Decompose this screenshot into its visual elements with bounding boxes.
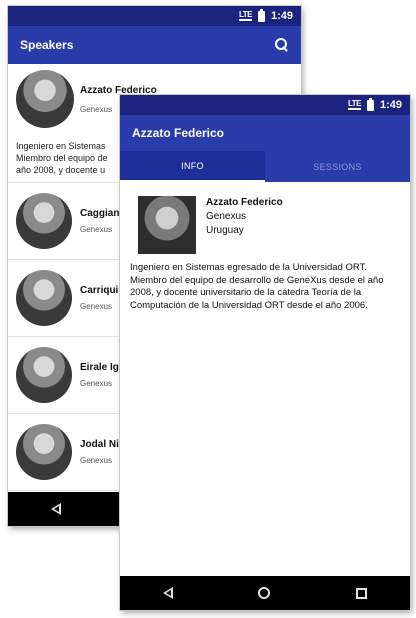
recent-apps-icon[interactable] (356, 587, 368, 599)
battery-icon (366, 97, 374, 111)
back-icon[interactable] (162, 587, 173, 599)
speaker-name: Carriquiri (80, 285, 126, 296)
home-icon[interactable] (258, 587, 271, 599)
speaker-bio: Ingeniero en Sistemas egresado de la Uni… (130, 262, 384, 311)
speaker-info-panel: Azzato Federico Genexus Uruguay Ingenier… (120, 182, 410, 312)
tab-bar: INFO SESSIONS (120, 151, 410, 182)
screen-title: Azzato Federico (132, 126, 225, 140)
speaker-name: Caggiano (80, 208, 126, 219)
speaker-detail-screen: LTE 1:49 Azzato Federico INFO SESSIONS A… (120, 95, 410, 610)
avatar (16, 424, 72, 480)
status-time: 1:49 (379, 99, 402, 111)
speaker-company: Genexus (80, 379, 113, 388)
app-bar: Speakers (8, 26, 301, 64)
tab-info[interactable]: INFO (120, 151, 265, 182)
status-bar: LTE 1:49 (8, 6, 301, 26)
back-icon[interactable] (51, 503, 62, 515)
network-indicator: LTE (347, 99, 361, 110)
speaker-country: Uruguay (206, 225, 244, 236)
status-bar: LTE 1:49 (120, 95, 410, 115)
network-indicator: LTE (238, 10, 252, 21)
speaker-company: Genexus (80, 456, 113, 465)
avatar (16, 70, 74, 128)
avatar (16, 347, 72, 403)
tab-sessions[interactable]: SESSIONS (265, 151, 410, 182)
screen-title: Speakers (20, 38, 74, 52)
speaker-photo (138, 196, 196, 254)
speaker-name: Azzato Federico (206, 197, 283, 208)
avatar (16, 193, 72, 249)
avatar (16, 270, 72, 326)
search-icon[interactable] (275, 38, 289, 52)
speaker-name: Eirale Igr (80, 362, 123, 373)
speaker-company: Genexus (206, 211, 247, 222)
speaker-name: Azzato Federico (80, 84, 157, 96)
app-bar: Azzato Federico (120, 115, 410, 151)
speaker-name: Jodal Nic (80, 439, 125, 450)
system-nav-bar (120, 576, 410, 610)
battery-icon (257, 8, 265, 22)
speaker-company: Genexus (80, 225, 113, 234)
status-time: 1:49 (270, 10, 293, 22)
speaker-company: Genexus (80, 302, 113, 311)
